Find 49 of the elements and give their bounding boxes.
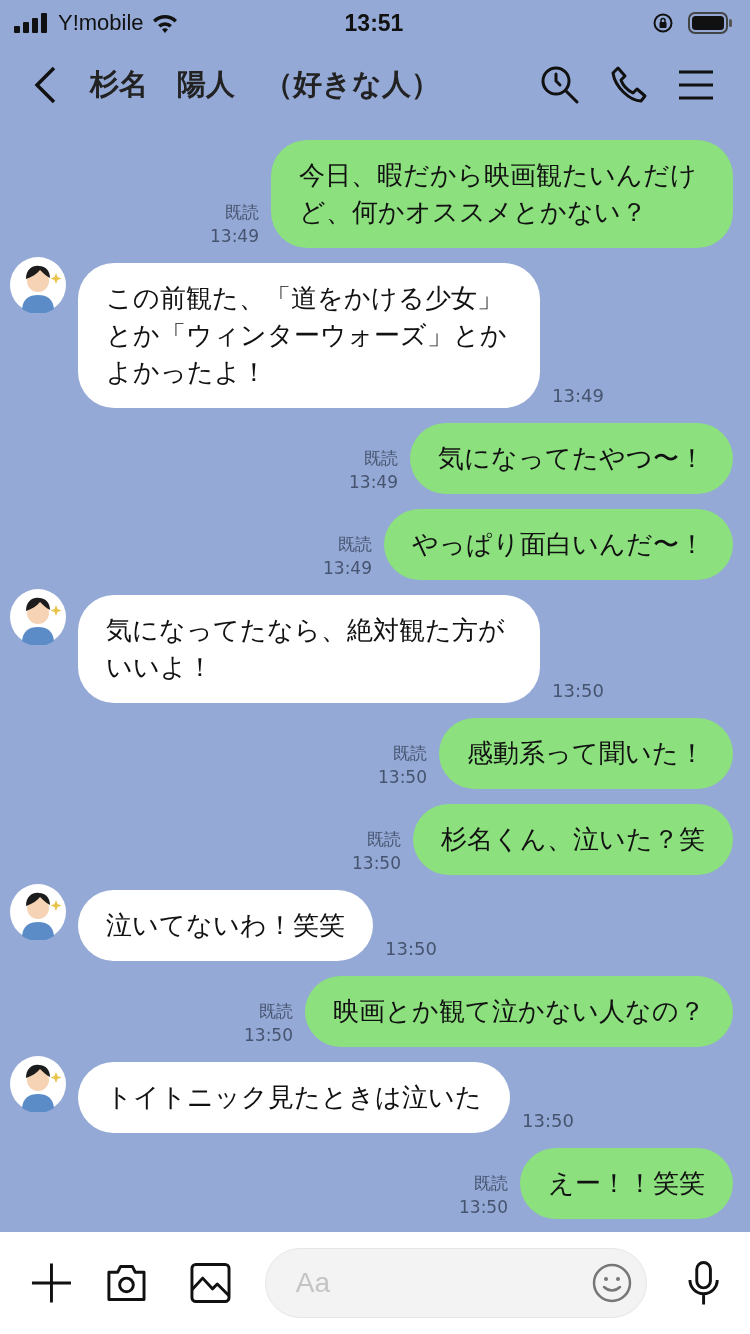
received-message-bubble: 泣いてないわ！笑笑	[78, 890, 373, 961]
sent-message-bubble: 杉名くん、泣いた？笑	[413, 804, 733, 875]
message-time: 13:50	[459, 1196, 508, 1219]
message-time: 13:50	[385, 937, 437, 961]
read-receipt: 既読	[364, 447, 398, 470]
message-time: 13:49	[210, 225, 259, 248]
sent-message-bubble: 映画とか観て泣かない人なの？	[305, 976, 733, 1047]
read-receipt: 既読	[367, 828, 401, 851]
read-receipt: 既読	[338, 533, 372, 556]
clock: 13:51	[344, 9, 404, 37]
rotation-lock-icon	[652, 12, 674, 34]
message-time: 13:50	[352, 852, 401, 875]
menu-icon[interactable]	[678, 69, 714, 101]
read-receipt: 既読	[393, 742, 427, 765]
sent-message-bubble: やっぱり面白いんだ〜！	[384, 509, 733, 580]
received-message-bubble: 気になってたなら、絶対観た方がいいよ！	[78, 595, 540, 703]
signal-icon	[14, 13, 50, 33]
sent-message-bubble: えー！！笑笑	[520, 1148, 733, 1219]
read-receipt: 既読	[225, 201, 259, 224]
message-time: 13:50	[552, 679, 604, 703]
message-time: 13:49	[323, 557, 372, 580]
received-message-bubble: この前観た、「道をかける少女」とか「ウィンターウォーズ」とかよかったよ！	[78, 263, 540, 408]
message-time: 13:49	[552, 384, 604, 408]
received-message-bubble: トイトニック見たときは泣いた	[78, 1062, 510, 1133]
back-icon[interactable]	[32, 65, 58, 105]
search-icon[interactable]	[540, 65, 580, 105]
read-receipt: 既読	[259, 1000, 293, 1023]
wifi-icon	[151, 13, 178, 33]
carrier: Y!mobile	[58, 10, 144, 36]
message-time: 13:50	[522, 1109, 574, 1133]
avatar	[10, 884, 66, 940]
message-time: 13:50	[244, 1024, 293, 1047]
plus-icon[interactable]	[30, 1261, 73, 1305]
sent-message-bubble: 今日、暇だから映画観たいんだけど、何かオススメとかない？	[271, 140, 733, 248]
phone-icon[interactable]	[610, 65, 648, 105]
emoji-icon[interactable]	[591, 1263, 632, 1303]
camera-icon[interactable]	[104, 1262, 148, 1304]
chat-title: 杉名 陽人 （好きな人）	[90, 66, 441, 103]
image-icon[interactable]	[189, 1262, 231, 1304]
avatar	[10, 257, 66, 313]
avatar	[10, 589, 66, 645]
avatar	[10, 1056, 66, 1112]
sent-message-bubble: 気になってたやつ〜！	[410, 423, 733, 494]
sent-message-bubble: 感動系って聞いた！	[439, 718, 733, 789]
message-time: 13:49	[349, 471, 398, 494]
microphone-icon[interactable]	[686, 1260, 720, 1306]
battery-icon	[688, 12, 734, 34]
read-receipt: 既読	[474, 1172, 508, 1195]
message-time: 13:50	[378, 766, 427, 789]
